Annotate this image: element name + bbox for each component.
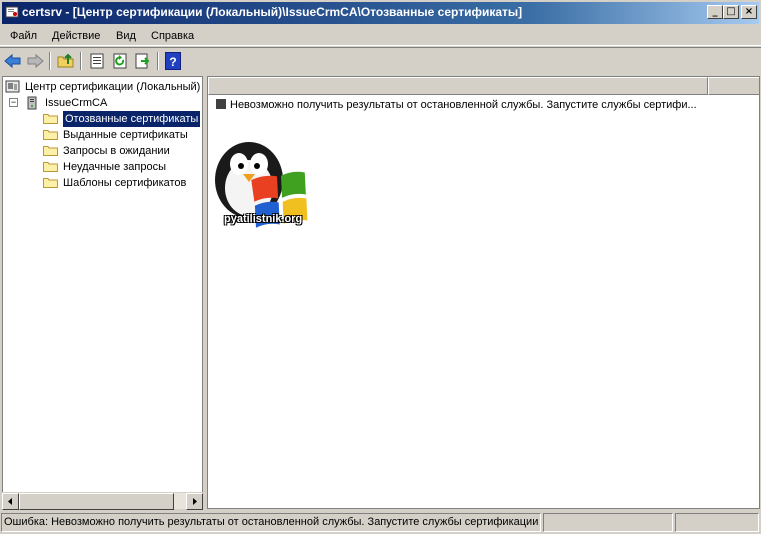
watermark-text: pyatilistnik.org [224, 213, 303, 225]
status-bar: Ошибка: Невозможно получить результаты о… [0, 511, 761, 534]
tree-item-folder-label: Выданные сертификаты [63, 129, 188, 141]
tree-horizontal-scrollbar[interactable] [2, 492, 203, 510]
menu-bar: Файл Действие Вид Справка [0, 24, 761, 46]
back-arrow-icon[interactable] [3, 51, 23, 71]
toolbar-separator [49, 52, 51, 70]
scroll-left-button[interactable] [2, 493, 19, 510]
collapse-toggle[interactable]: − [9, 98, 18, 107]
toolbar-separator [80, 52, 82, 70]
refresh-icon[interactable] [110, 51, 130, 71]
tree-item-folder-label: Неудачные запросы [63, 161, 167, 173]
menu-view[interactable]: Вид [116, 30, 136, 42]
folder-icon [43, 130, 58, 140]
penguin-logo-icon [215, 142, 308, 228]
ca-root-icon [5, 80, 20, 93]
arrow-left-icon [8, 498, 12, 505]
close-button[interactable]: × [741, 5, 757, 19]
menu-help[interactable]: Справка [151, 30, 194, 42]
tree-item-root-label: Центр сертификации (Локальный) [25, 81, 201, 93]
server-icon [27, 96, 37, 110]
console-tree[interactable]: Центр сертификации (Локальный) − IssueCr… [2, 76, 203, 509]
folder-icon [43, 162, 58, 172]
status-pane-2 [543, 513, 673, 532]
certificate-app-icon [5, 6, 19, 18]
title-bar[interactable]: certsrv - [Центр сертификации (Локальный… [0, 0, 761, 24]
toolbar-separator [157, 52, 159, 70]
arrow-right-icon [193, 498, 197, 505]
column-header[interactable] [208, 77, 708, 95]
error-message-text: Невозможно получить результаты от остано… [230, 99, 697, 111]
minimize-button[interactable]: _ [707, 5, 723, 19]
status-pane-3 [675, 513, 759, 532]
window-title: certsrv - [Центр сертификации (Локальный… [22, 5, 523, 19]
tree-item-folder-label: Запросы в ожидании [63, 145, 170, 157]
forward-arrow-icon[interactable] [25, 51, 45, 71]
scroll-thumb[interactable] [19, 493, 174, 510]
tree-item-folder-label: Шаблоны сертификатов [63, 177, 187, 189]
toolbar: ? [0, 47, 761, 73]
error-square-icon [216, 99, 226, 109]
column-header-filler [708, 77, 759, 95]
menu-action[interactable]: Действие [52, 30, 100, 42]
properties-icon[interactable] [87, 51, 107, 71]
menu-file[interactable]: Файл [10, 30, 37, 42]
folder-icon [43, 178, 58, 188]
tree-item-folder-label: Отозванные сертификаты [63, 111, 201, 127]
folder-icon [43, 146, 58, 156]
help-icon[interactable]: ? [165, 52, 181, 70]
error-message-row[interactable]: Невозможно получить результаты от остано… [216, 97, 697, 113]
scroll-right-button[interactable] [186, 493, 203, 510]
up-folder-icon[interactable] [56, 51, 76, 71]
tree-item-ca-label: IssueCrmCA [45, 97, 108, 109]
folder-icon [43, 114, 58, 124]
status-message: Ошибка: Невозможно получить результаты о… [1, 513, 541, 532]
maximize-button[interactable]: □ [723, 5, 739, 19]
watermark-logo [209, 140, 313, 240]
export-icon[interactable] [133, 51, 153, 71]
